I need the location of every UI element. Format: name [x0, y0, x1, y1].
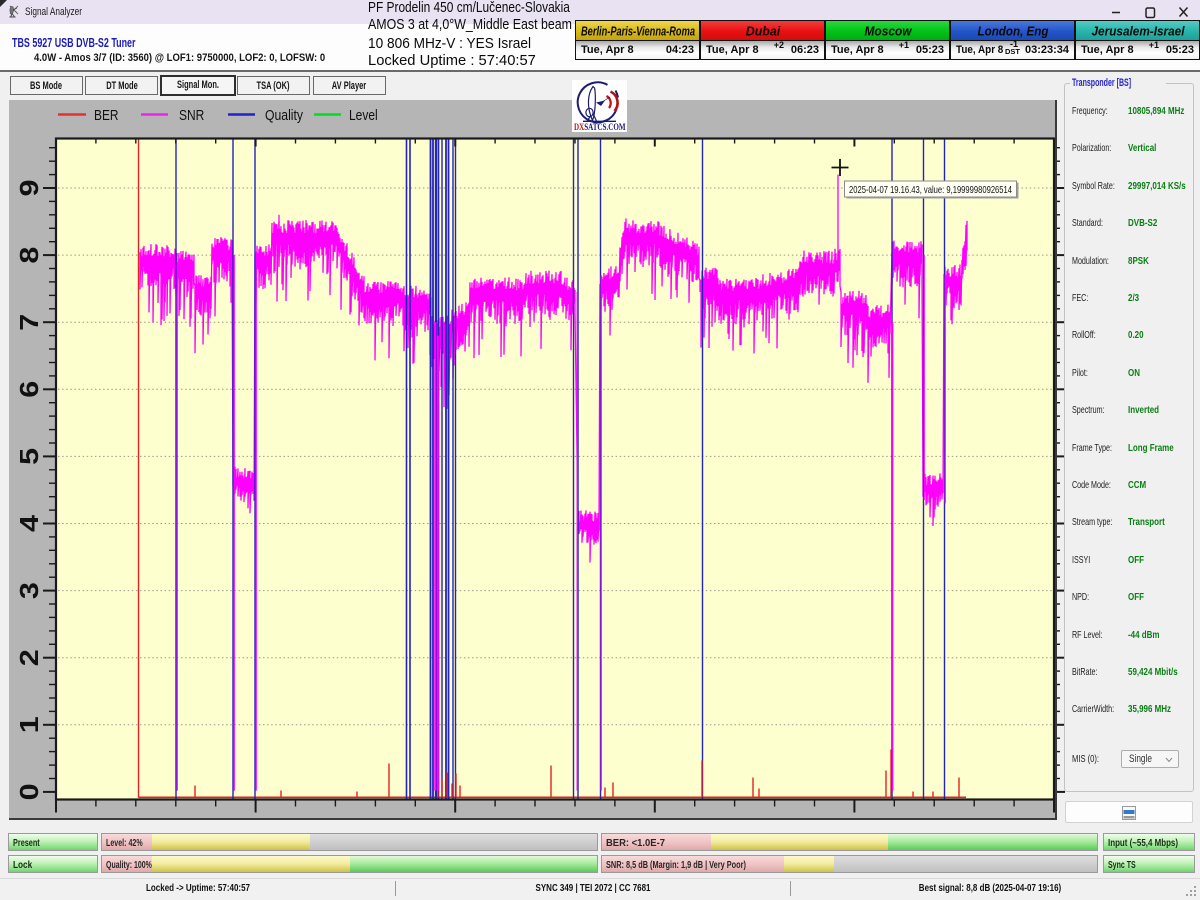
svg-text:8: 8	[14, 247, 44, 264]
svg-text:BER: BER	[94, 107, 119, 124]
svg-text:DXSATCS.COM: DXSATCS.COM	[574, 122, 626, 132]
svg-text:2: 2	[14, 649, 44, 666]
svg-text:9: 9	[14, 180, 44, 197]
svg-text:1: 1	[14, 716, 44, 733]
svg-text:Quality: Quality	[265, 107, 303, 124]
svg-text:SNR: SNR	[179, 107, 204, 124]
svg-text:2025-04-07 19.16.43, value: 9,: 2025-04-07 19.16.43, value: 9,1999998092…	[849, 184, 1012, 196]
svg-text:0: 0	[14, 783, 44, 800]
svg-text:4: 4	[14, 514, 44, 532]
svg-text:6: 6	[14, 381, 44, 398]
svg-text:3: 3	[14, 582, 44, 599]
svg-text:7: 7	[14, 314, 44, 331]
svg-text:Level: Level	[349, 107, 378, 124]
svg-text:5: 5	[14, 448, 44, 465]
